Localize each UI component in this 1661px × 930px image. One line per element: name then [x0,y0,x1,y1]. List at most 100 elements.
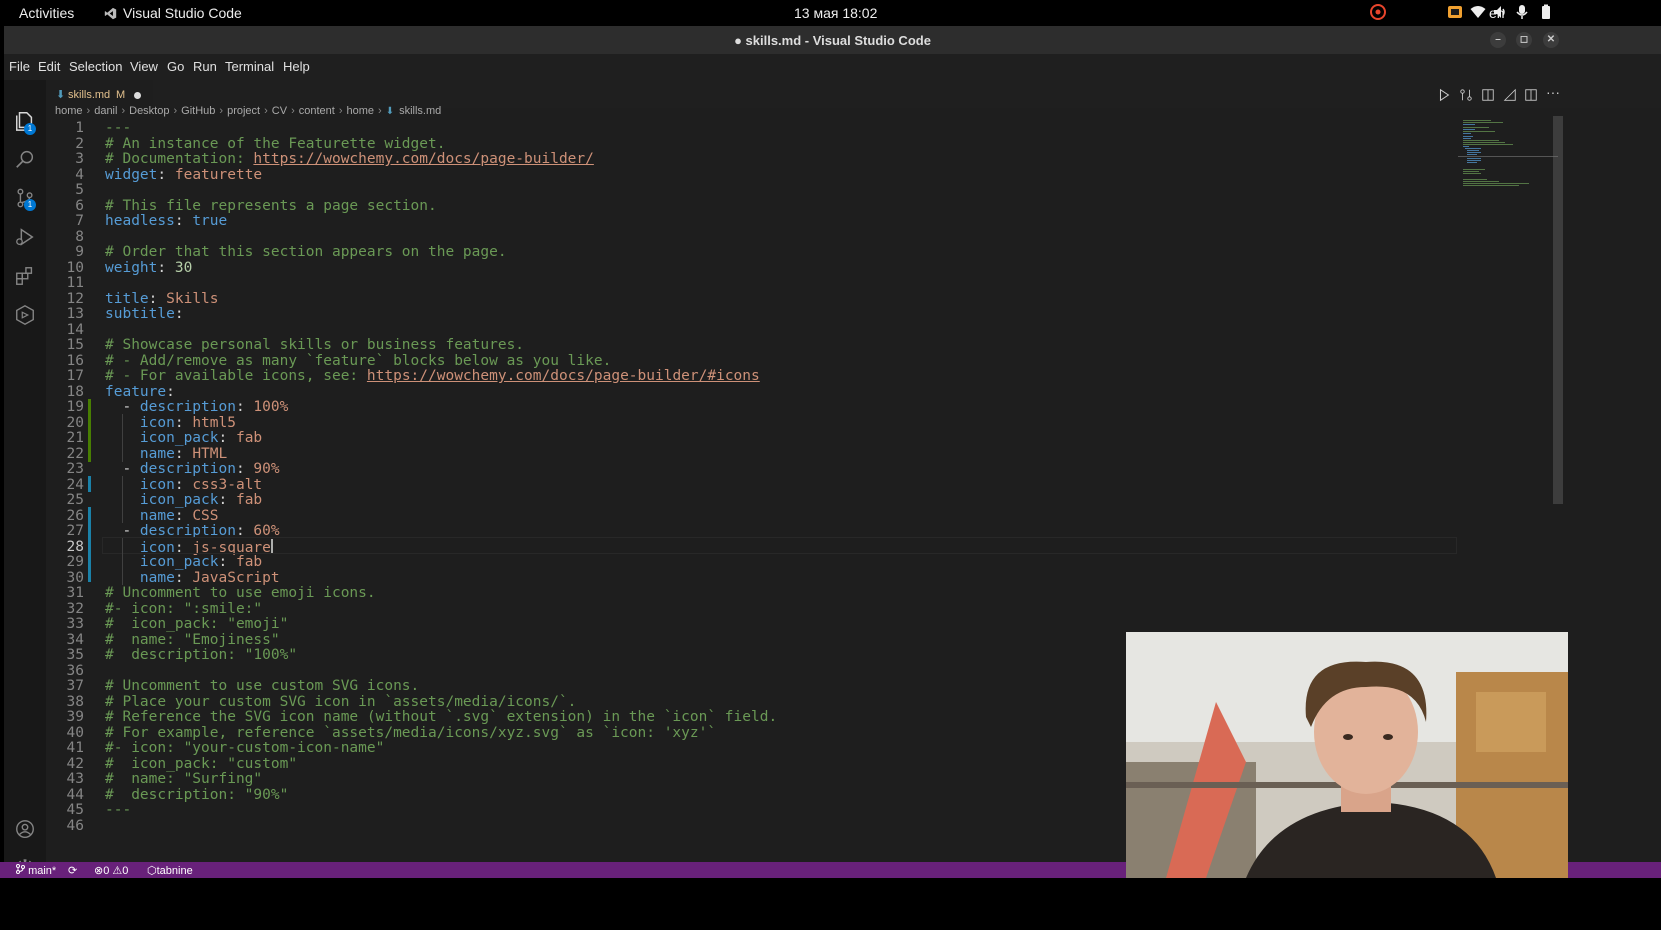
line-number: 32 [66,600,84,617]
minimize-button[interactable]: – [1490,32,1506,48]
code-token: fab [235,554,263,570]
code-line[interactable]: 33 # icon_pack: "emoji" [42,616,1462,632]
more-actions-icon[interactable]: ··· [1546,84,1560,100]
code-line[interactable]: 29 icon_pack: fab [42,554,1462,570]
breadcrumb-item[interactable]: danil [94,105,117,117]
added-lines-marker[interactable] [88,399,91,462]
app-menu[interactable]: Visual Studio Code [104,5,242,21]
wifi-icon[interactable] [1470,4,1486,20]
breadcrumb-item[interactable]: CV [272,105,287,117]
breadcrumb-item[interactable]: Desktop [129,105,169,117]
code-token: headless [105,213,175,229]
problems-indicator[interactable]: ⊗0 ⚠0 [94,864,128,877]
minimap[interactable] [1458,116,1558,196]
code-line[interactable]: 18 feature: [42,384,1462,400]
breadcrumb-item[interactable]: home [347,105,375,117]
menu-view[interactable]: View [130,59,158,74]
code-line[interactable]: 3 # Documentation: https://wowchemy.com/d… [42,151,1462,167]
code-token: --- [105,802,132,818]
code-line[interactable]: 15 # Showcase personal skills or business… [42,337,1462,353]
app-indicator-icon[interactable] [1447,4,1463,20]
split-editor-icon[interactable] [1524,88,1538,102]
unsaved-dot-icon[interactable] [134,92,141,99]
breadcrumb-item[interactable]: home [55,105,83,117]
code-line[interactable]: 21 icon_pack: fab [42,430,1462,446]
code-line[interactable]: 6 # This file represents a page section. [42,198,1462,214]
code-line[interactable]: 9 # Order that this section appears on th… [42,244,1462,260]
modified-line-marker[interactable] [88,476,91,492]
code-line[interactable]: 13 subtitle: [42,306,1462,322]
code-line[interactable]: 7 headless: true [42,213,1462,229]
volume-icon[interactable] [1492,4,1508,20]
code-line[interactable]: 20 icon: html5 [42,415,1462,431]
code-token: # Reference the SVG icon name (without `… [105,709,778,725]
code-line[interactable]: 16 # - Add/remove as many `feature` block… [42,353,1462,369]
code-line[interactable]: 12 title: Skills [42,291,1462,307]
menu-go[interactable]: Go [167,59,184,74]
menu-terminal[interactable]: Terminal [225,59,274,74]
extensions-icon[interactable] [14,265,36,287]
open-preview-icon[interactable] [1481,88,1495,102]
remote-explorer-icon[interactable] [14,304,36,326]
breadcrumb-item[interactable]: GitHub [181,105,215,117]
menu-selection[interactable]: Selection [69,59,122,74]
run-file-icon[interactable] [1437,88,1451,102]
tabnine-hub-icon[interactable] [1503,88,1517,102]
menu-file[interactable]: File [9,59,30,74]
code-line[interactable]: 1 --- [42,120,1462,136]
code-line[interactable]: 23 - description: 90% [42,461,1462,477]
run-debug-icon[interactable] [14,226,36,248]
line-text: icon_pack: fab [105,430,262,446]
search-icon[interactable] [14,148,36,170]
breadcrumb-item[interactable]: project [227,105,260,117]
code-line[interactable]: 31 # Uncomment to use emoji icons. [42,585,1462,601]
code-line[interactable]: 8 [42,229,1462,245]
microphone-icon[interactable] [1514,4,1530,20]
branch-indicator[interactable]: main* [16,864,56,877]
code-line[interactable]: 25 icon_pack: fab [42,492,1462,508]
account-icon[interactable] [14,818,36,840]
code-token: Skills [166,290,219,307]
code-token[interactable]: https://wowchemy.com/docs/page-builder/ [253,151,593,167]
code-line[interactable]: 24 icon: css3-alt [42,477,1462,493]
breadcrumb-item[interactable]: content [299,105,335,117]
window-title-bar[interactable]: ● skills.md - Visual Studio Code – ◻ ✕ [4,26,1661,54]
line-text: # Place your custom SVG icon in `assets/… [105,694,576,710]
code-line[interactable]: 2 # An instance of the Featurette widget. [42,136,1462,152]
breadcrumb-item[interactable]: skills.md [399,105,441,117]
menu-help[interactable]: Help [283,59,310,74]
ubuntu-icon[interactable] [1370,4,1386,20]
code-token: icon_pack [139,492,219,508]
sync-icon[interactable]: ⟳ [68,864,77,877]
activities-button[interactable]: Activities [19,5,74,21]
vertical-scrollbar[interactable] [1553,116,1563,504]
code-token[interactable]: https://wowchemy.com/docs/page-builder/#… [367,368,760,384]
code-token: name [139,445,175,462]
code-line[interactable]: 26 name: CSS [42,508,1462,524]
modified-lines-marker[interactable] [88,507,91,582]
code-line[interactable]: 5 [42,182,1462,198]
line-text: icon: html5 [105,415,236,431]
code-line[interactable]: 4 widget: featurette [42,167,1462,183]
menu-edit[interactable]: Edit [38,59,60,74]
tabnine-status[interactable]: ⬡tabnine [147,864,193,877]
code-line[interactable]: 10 weight: 30 [42,260,1462,276]
open-changes-icon[interactable] [1459,88,1473,102]
code-line[interactable]: 14 [42,322,1462,338]
line-number: 42 [66,755,84,772]
code-token: # Uncomment to use custom SVG icons. [105,678,420,694]
battery-icon[interactable] [1538,4,1554,20]
menu-run[interactable]: Run [193,59,217,74]
code-line[interactable]: 19 - description: 100% [42,399,1462,415]
line-number: 28 [66,538,84,555]
clock[interactable]: 13 мая 18:02 [794,5,877,21]
maximize-button[interactable]: ◻ [1516,32,1532,48]
code-line[interactable]: 11 [42,275,1462,291]
code-line[interactable]: 32 #- icon: ":smile:" [42,601,1462,617]
activity-bar: 1 1 [4,80,46,930]
close-button[interactable]: ✕ [1543,32,1559,48]
code-line[interactable]: 17 # - For available icons, see: https://… [42,368,1462,384]
code-line[interactable]: 30 name: JavaScript [42,570,1462,586]
code-line[interactable]: 22 name: HTML [42,446,1462,462]
code-token: weight [105,259,158,276]
